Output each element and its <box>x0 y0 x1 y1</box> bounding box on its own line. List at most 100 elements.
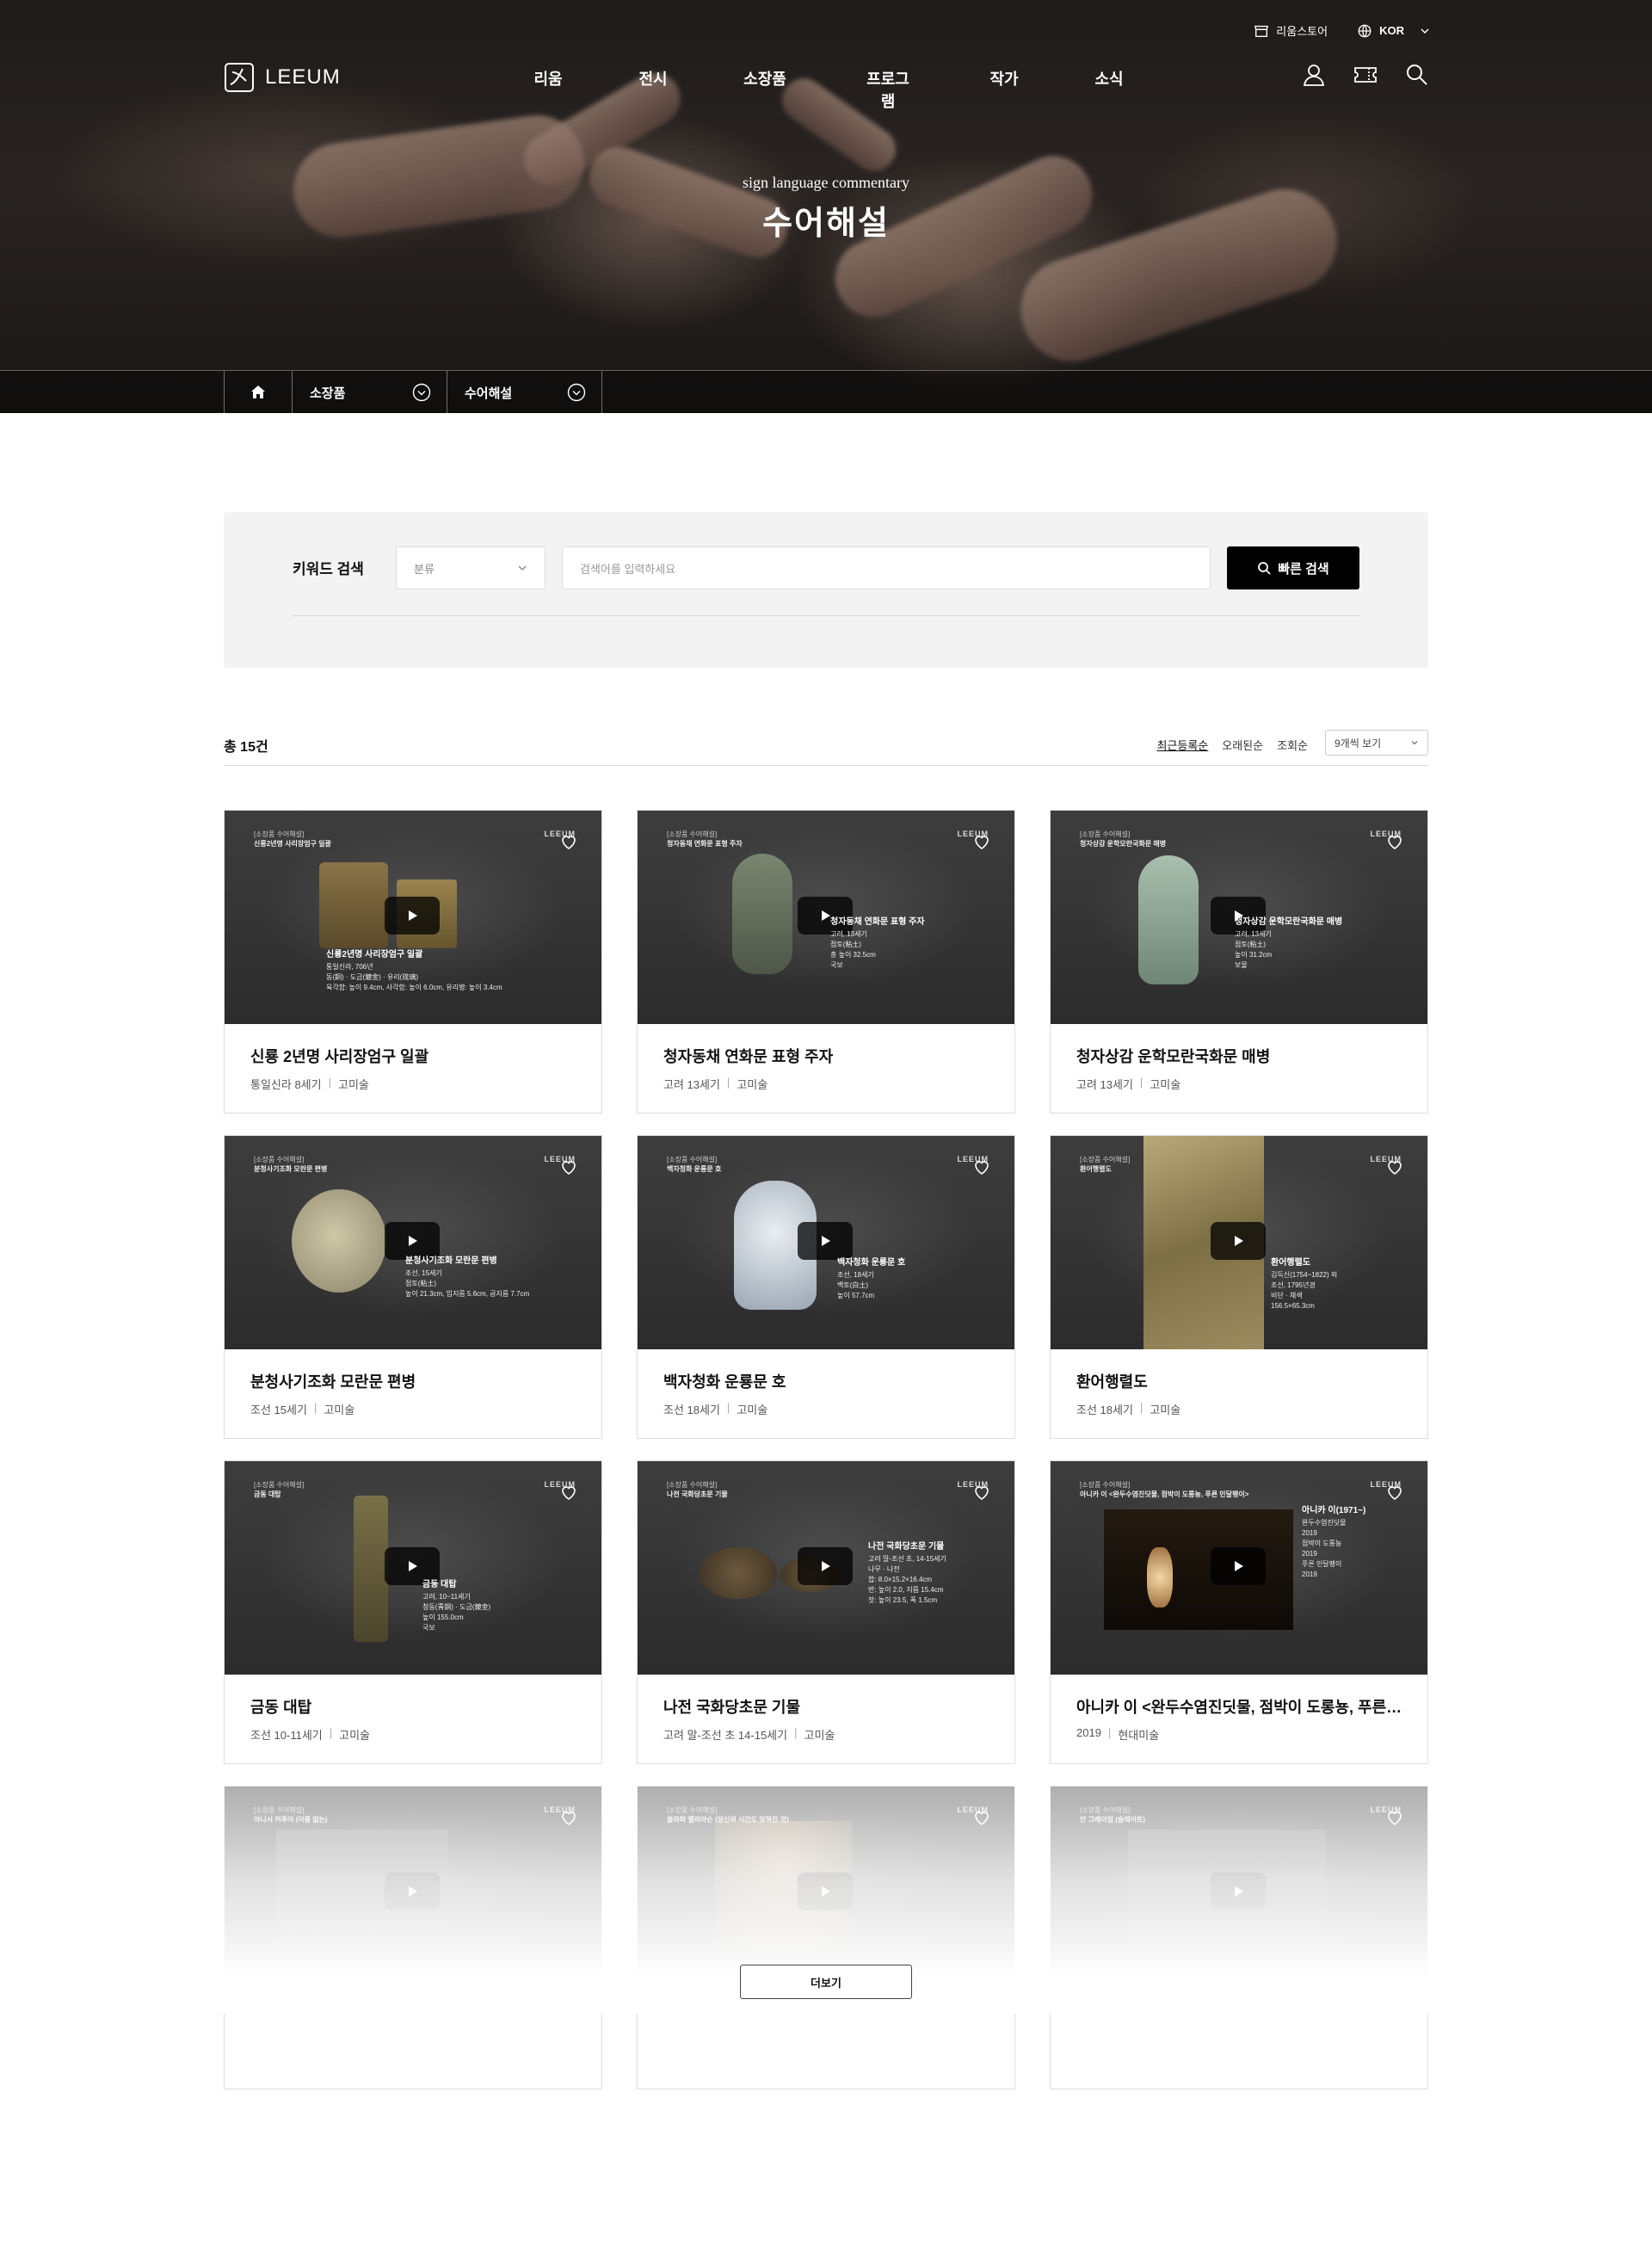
thumbnail-caption: 백자청화 운룡문 호 조선, 18세기 백토(白土) 높이 57.7cm <box>837 1258 905 1301</box>
category-select[interactable]: 분류 <box>396 546 546 589</box>
caption-line: 높이 155.0cm <box>422 1614 464 1621</box>
video-card[interactable]: [소장품 수어해설] 청자동채 연화문 표형 주자 LEEUM 청자동채 연화문… <box>637 810 1015 1114</box>
video-thumbnail[interactable]: [소장품 수어해설] 신룡2년명 사리장엄구 일괄 LEEUM 신룡2년명 사리… <box>225 811 601 1024</box>
meta-separator: | <box>794 1726 798 1739</box>
nav-item-program[interactable]: 프로그램 <box>862 67 914 112</box>
list-header: 총 15건 최근등록순 오래된순 조회순 9개씩 보기 <box>224 730 1428 766</box>
meta-separator: | <box>328 1076 331 1089</box>
thumbnail-tag-label: [소장품 수어해설] <box>667 1156 718 1163</box>
card-title[interactable]: 분청사기조화 모란문 편병 <box>250 1370 577 1392</box>
card-title[interactable]: 청자상감 운학모란국화문 매병 <box>1076 1045 1403 1067</box>
video-thumbnail[interactable]: [소장품 수어해설] 나전 국화당초문 기물 LEEUM 나전 국화당초문 기물… <box>638 1461 1014 1675</box>
video-thumbnail[interactable]: [소장품 수어해설] 아니카 이 <완두수염진딧물, 점박이 도롱뇽, 푸른 민… <box>1051 1461 1427 1675</box>
meta-separator: | <box>726 1401 730 1414</box>
home-button[interactable] <box>224 371 293 413</box>
load-more-button[interactable]: 더보기 <box>740 1965 912 1999</box>
leeum-logo[interactable]: LEEUM <box>222 60 341 95</box>
video-thumbnail[interactable]: [소장품 수어해설] 분청사기조화 모란문 편병 LEEUM 분청사기조화 모란… <box>225 1136 601 1349</box>
play-button[interactable] <box>385 897 440 935</box>
caption-title: 신룡2년명 사리장엄구 일괄 <box>326 950 423 959</box>
video-card[interactable]: [소장품 수어해설] 청자상감 운학모란국화문 매병 LEEUM 청자상감 운학… <box>1050 810 1428 1114</box>
video-thumbnail[interactable]: [소장품 수어해설] 금동 대탑 LEEUM 금동 대탑 고려, 10~11세기… <box>225 1461 601 1675</box>
video-card[interactable]: [소장품 수어해설] 환어행렬도 LEEUM 환어행렬도 김득신(1754~18… <box>1050 1135 1428 1439</box>
caption-line: 점토(粘土) <box>405 1280 437 1287</box>
sort-views[interactable]: 조회순 <box>1277 737 1308 753</box>
caption-line: 고려, 10~11세기 <box>422 1593 471 1601</box>
search-icon[interactable] <box>1404 62 1430 88</box>
breadcrumb-sign-language-dropdown[interactable]: 수어해설 <box>447 371 602 413</box>
quick-search-button[interactable]: 빠른 검색 <box>1227 546 1359 589</box>
meta-separator: | <box>313 1401 317 1414</box>
language-selector[interactable]: KOR <box>1357 23 1430 39</box>
heart-icon[interactable] <box>1384 831 1405 852</box>
card-title[interactable]: 청자동채 연화문 표형 주자 <box>663 1045 990 1067</box>
video-card[interactable]: [소장품 수어해설] 신룡2년명 사리장엄구 일괄 LEEUM 신룡2년명 사리… <box>224 810 602 1114</box>
heart-icon[interactable] <box>971 1157 992 1177</box>
heart-icon[interactable] <box>1384 1482 1405 1502</box>
sort-oldest[interactable]: 오래된순 <box>1222 737 1263 753</box>
search-input[interactable]: 검색어를 입력하세요 <box>562 546 1211 589</box>
heart-icon[interactable] <box>558 831 579 852</box>
video-card[interactable]: [소장품 수어해설] 나전 국화당초문 기물 LEEUM 나전 국화당초문 기물… <box>637 1460 1015 1764</box>
heart-icon[interactable] <box>1384 1157 1405 1177</box>
video-thumbnail[interactable]: [소장품 수어해설] 청자상감 운학모란국화문 매병 LEEUM 청자상감 운학… <box>1051 811 1427 1024</box>
card-title[interactable]: 신룡 2년명 사리장엄구 일괄 <box>250 1045 577 1067</box>
play-button[interactable] <box>798 1222 853 1260</box>
hero-banner: 리움스토어 KOR LEEUM 리움 전시 소장품 프로그램 작가 소식 sig… <box>0 0 1652 413</box>
caption-line: 2019 <box>1302 1550 1317 1558</box>
video-card[interactable]: [소장품 수어해설] 분청사기조화 모란문 편병 LEEUM 분청사기조화 모란… <box>224 1135 602 1439</box>
play-button[interactable] <box>1211 1547 1266 1585</box>
video-thumbnail[interactable]: [소장품 수어해설] 백자청화 운룡문 호 LEEUM 백자청화 운룡문 호 조… <box>638 1136 1014 1349</box>
keyword-search-panel: 키워드 검색 분류 검색어를 입력하세요 빠른 검색 <box>224 512 1428 668</box>
card-period: 통일신라 8세기 <box>250 1078 322 1091</box>
video-thumbnail[interactable]: [소장품 수어해설] 청자동채 연화문 표형 주자 LEEUM 청자동채 연화문… <box>638 811 1014 1024</box>
video-thumbnail[interactable]: [소장품 수어해설] 환어행렬도 LEEUM 환어행렬도 김득신(1754~18… <box>1051 1136 1427 1349</box>
video-card[interactable]: [소장품 수어해설] 아니카 이 <완두수염진딧물, 점박이 도롱뇽, 푸른 민… <box>1050 1460 1428 1764</box>
card-title[interactable]: 아니카 이 <완두수염진딧물, 점박이 도롱뇽, 푸른 민달팽이> <box>1076 1695 1403 1718</box>
caption-line: 푸른 민달팽이 <box>1302 1560 1342 1568</box>
card-category: 고미술 <box>339 1729 371 1742</box>
video-card[interactable]: [소장품 수어해설] 백자청화 운룡문 호 LEEUM 백자청화 운룡문 호 조… <box>637 1135 1015 1439</box>
logo-text: LEEUM <box>265 65 341 89</box>
card-meta: 조선 15세기 | 고미술 <box>250 1401 354 1417</box>
card-period: 고려 말-조선 초 14-15세기 <box>663 1729 788 1742</box>
nav-item-collection[interactable]: 소장품 <box>743 67 786 112</box>
video-card[interactable]: [소장품 수어해설] 금동 대탑 LEEUM 금동 대탑 고려, 10~11세기… <box>224 1460 602 1764</box>
play-button[interactable] <box>1211 1222 1266 1260</box>
card-title[interactable]: 환어행렬도 <box>1076 1370 1403 1392</box>
globe-icon <box>1358 24 1372 37</box>
caption-line: 조선, 18세기 <box>837 1271 874 1279</box>
breadcrumb-collection-dropdown[interactable]: 소장품 <box>293 371 447 413</box>
search-icon <box>1258 562 1271 575</box>
heart-icon[interactable] <box>971 831 992 852</box>
thumbnail-caption: 환어행렬도 김득신(1754~1822) 외 조선, 1795년경 비단 · 채색 1… <box>1271 1258 1337 1311</box>
nav-item-news[interactable]: 소식 <box>1094 67 1124 112</box>
thumbnail-tag-title: 백자청화 운룡문 호 <box>667 1165 722 1173</box>
caption-title: 백자청화 운룡문 호 <box>837 1258 906 1268</box>
heart-icon[interactable] <box>971 1482 992 1502</box>
play-button[interactable] <box>798 1547 853 1585</box>
card-period: 조선 18세기 <box>663 1404 720 1416</box>
card-category: 고미술 <box>1150 1078 1181 1091</box>
view-count-select[interactable]: 9개씩 보기 <box>1325 730 1428 756</box>
nav-item-exhibition[interactable]: 전시 <box>638 67 668 112</box>
nav-item-artist[interactable]: 작가 <box>989 67 1019 112</box>
card-title[interactable]: 금동 대탑 <box>250 1695 577 1718</box>
nav-item-leeum[interactable]: 리움 <box>533 67 563 112</box>
store-link[interactable]: 리움스토어 <box>1254 22 1328 39</box>
thumbnail-tag-title: 환어행렬도 <box>1080 1165 1112 1173</box>
sort-recent[interactable]: 최근등록순 <box>1156 737 1208 753</box>
thumbnail-caption: 아니카 이(1971~) 완두수염진딧물 2019 점박이 도롱뇽 2019 푸른 민달… <box>1302 1506 1365 1580</box>
divider <box>293 615 1359 616</box>
ticket-icon[interactable] <box>1353 62 1378 88</box>
caption-line: 156.5×65.3cm <box>1271 1302 1315 1310</box>
card-title[interactable]: 나전 국화당초문 기물 <box>663 1695 990 1718</box>
play-button[interactable] <box>385 1222 440 1260</box>
utility-menu: 리움스토어 KOR <box>1254 22 1430 39</box>
heart-icon[interactable] <box>558 1482 579 1502</box>
thumbnail-tag-label: [소장품 수어해설] <box>254 1481 305 1489</box>
user-icon[interactable] <box>1301 62 1327 88</box>
heart-icon[interactable] <box>558 1157 579 1177</box>
card-title[interactable]: 백자청화 운룡문 호 <box>663 1370 990 1392</box>
store-icon <box>1254 25 1269 37</box>
